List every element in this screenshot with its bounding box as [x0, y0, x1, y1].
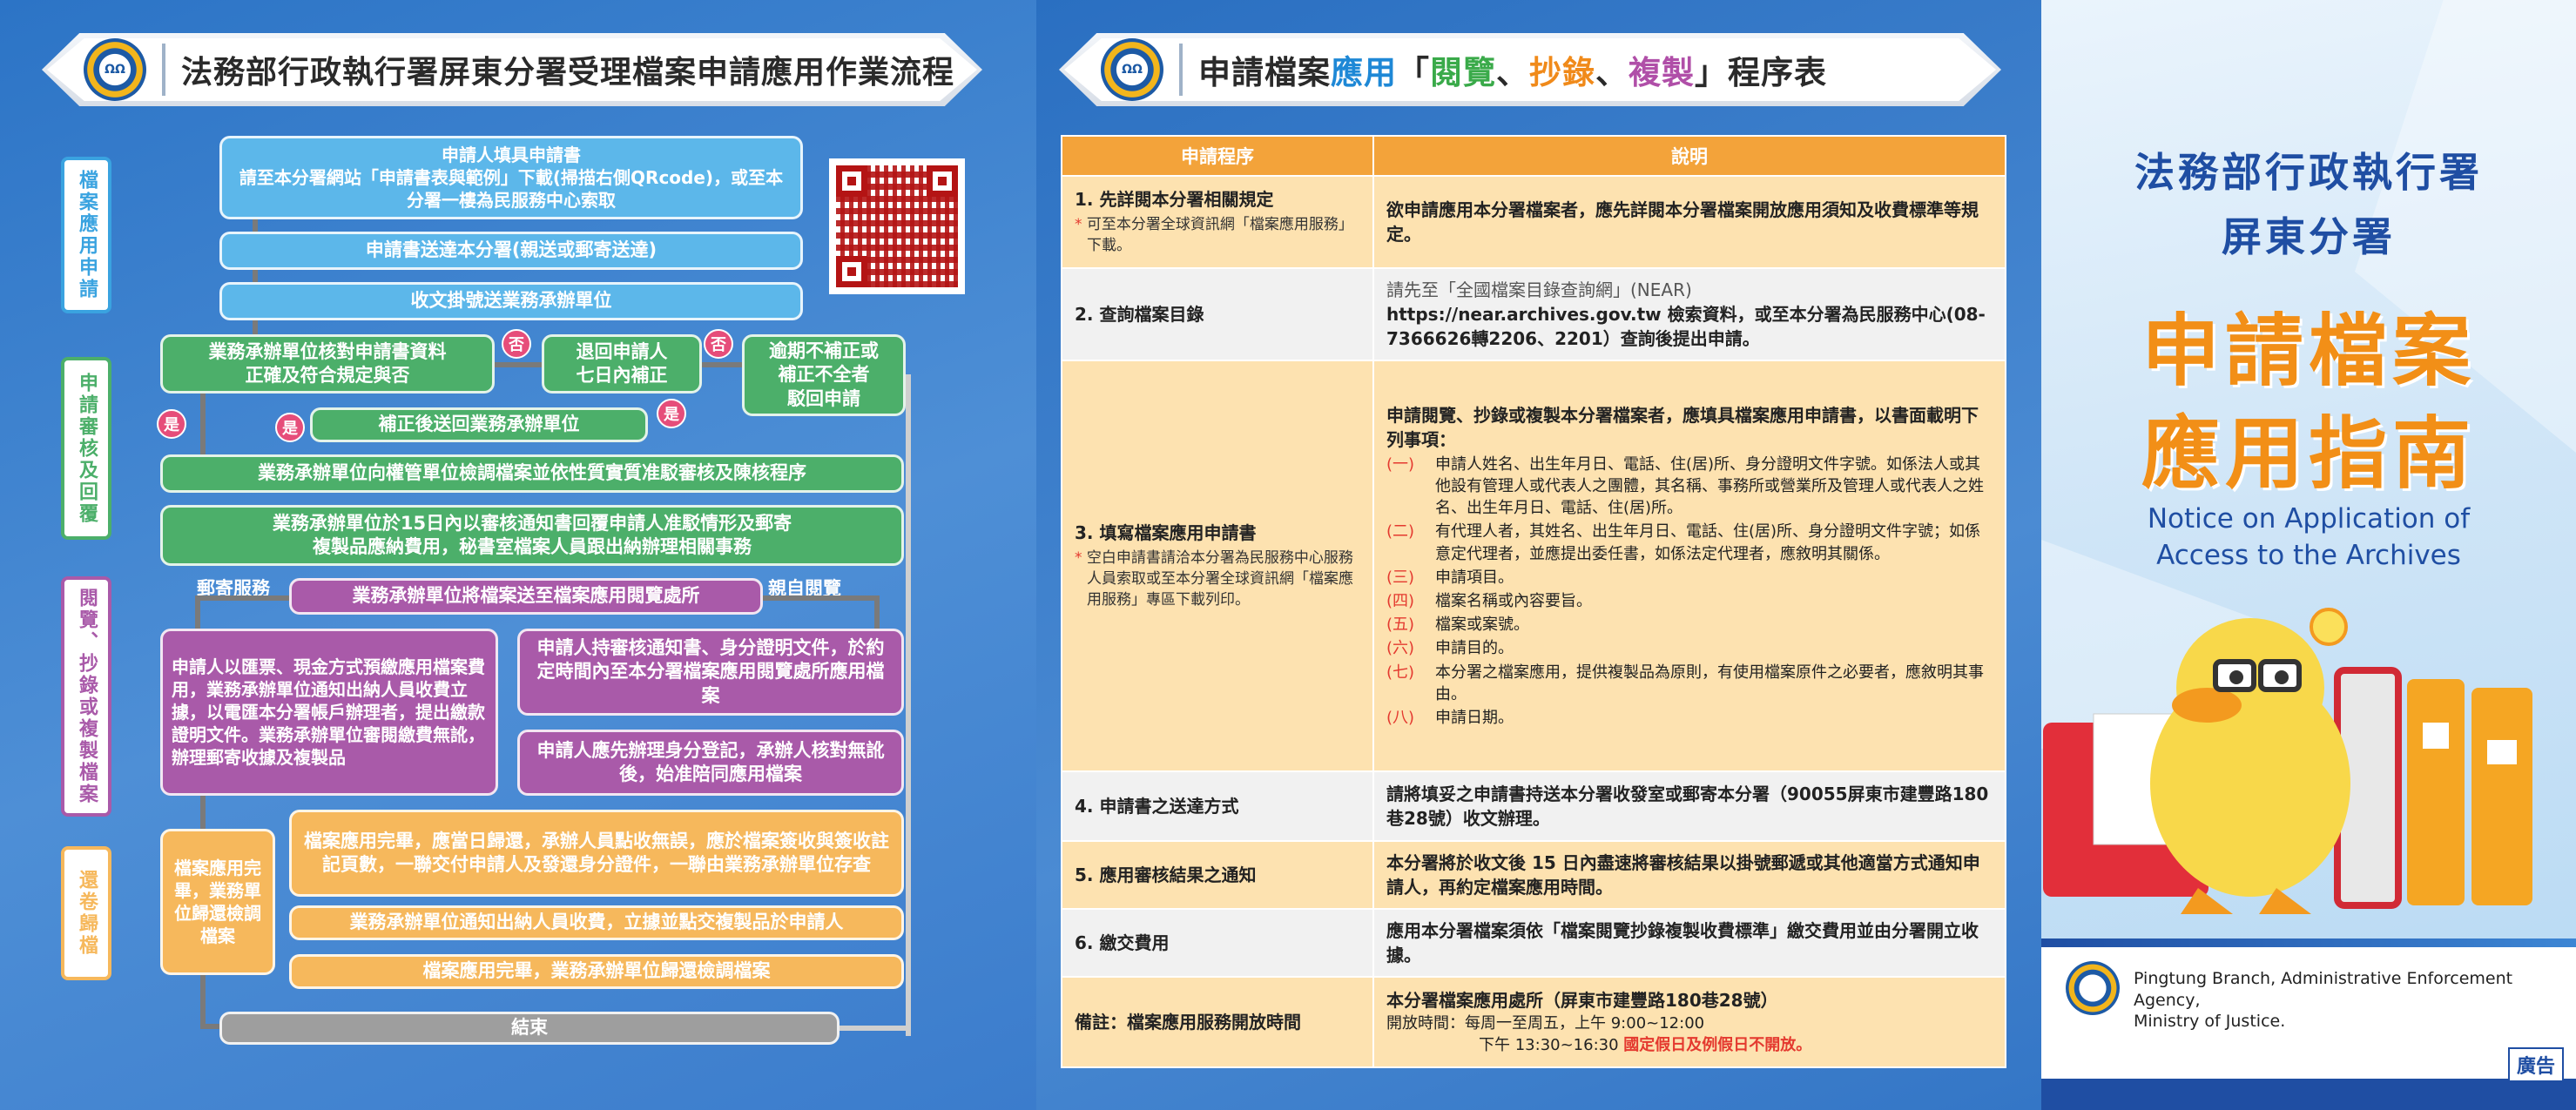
table-row: 6. 繳交費用 應用本分署檔案須依「檔案閱覽抄錄複製收費標準」繳交費用並由分署開… — [1061, 908, 2006, 978]
org-name-line1: 法務部行政執行署 — [2134, 149, 2483, 196]
agency-logo-icon: ΩΩ — [84, 38, 146, 101]
agency-logo-icon — [2066, 961, 2120, 1015]
table-row: 4. 申請書之送達方式 請將填妥之申請書持送本分署收發室或郵寄本分署（90055… — [1061, 770, 2006, 842]
table-row: 3. 填寫檔案應用申請書 * 空白申請書請洽本分署為民服務中心服務人員索取或至本… — [1061, 360, 2006, 772]
flow-step-visit: 申請人持審核通知書、身分證明文件，於約定時間內至本分署檔案應用閱覽處所應用檔案 — [517, 629, 904, 716]
flow-step-return-done: 檔案應用完畢，業務承辦單位歸還檢調檔案 — [289, 954, 904, 989]
procedure-table: 申請程序 說明 1. 先詳閱本分署相關規定 * 可至本分署全球資訊網「檔案應用服… — [1061, 135, 2006, 1068]
table-row: 2. 查詢檔案目錄 請先至「全國檔案目錄查詢網」(NEAR) https://ne… — [1061, 267, 2006, 361]
table-row: 1. 先詳閱本分署相關規定 * 可至本分署全球資訊網「檔案應用服務」下載。 欲申… — [1061, 175, 2006, 269]
flow-step-id-check: 申請人應先辦理身分登記，承辦人核對無訛後，始准陪同應用檔案 — [517, 730, 904, 796]
badge-no: 否 — [502, 329, 531, 359]
qrcode-image[interactable] — [829, 158, 965, 294]
table-header-desc: 說明 — [1372, 135, 2006, 177]
badge-yes: 是 — [157, 409, 186, 439]
table-row: 備註：檔案應用服務開放時間 本分署檔案應用處所（屏東市建豐路180巷28號） 開… — [1061, 976, 2006, 1068]
flow-step-cashier: 業務承辦單位通知出納人員收費，立據並點交複製品於申請人 — [289, 905, 904, 940]
flow-step-return-files: 檔案應用完畢，業務單位歸還檢調檔案 — [160, 829, 275, 975]
badge-yes: 是 — [275, 413, 305, 442]
flowchart-title: 法務部行政執行署屏東分署受理檔案申請應用作業流程 — [181, 55, 955, 91]
cover-title-line1: 申請檔案 — [2141, 306, 2476, 397]
flow-step-notify: 業務承辦單位於15日內以審核通知書回覆申請人准駁情形及郵寄 複製品應納費用，秘書… — [160, 505, 904, 566]
badge-yes: 是 — [657, 399, 686, 428]
cover-subtitle-line2: Access to the Archives — [2156, 540, 2461, 571]
tab-review: 申請審核及回覆 — [61, 357, 111, 540]
footer-ministry-name: Ministry of Justice. — [2134, 1012, 2286, 1032]
agency-logo-icon: ΩΩ — [1101, 38, 1163, 101]
tab-access: 閱覽、抄錄或複製檔案 — [61, 576, 111, 817]
flow-step-register: 收文掛號送業務承辦單位 — [219, 282, 803, 320]
flow-step-fill-form: 申請人填具申請書 請至本分署網站「申請書表與範例」下載(掃描右側QRcode)，… — [219, 136, 803, 219]
flow-step-resubmit: 補正後送回業務承辦單位 — [310, 407, 648, 442]
procedure-banner: ΩΩ 申請檔案應用「閱覽、抄錄、複製」程序表 — [1059, 33, 2001, 106]
badge-no: 否 — [704, 329, 733, 359]
org-name-line2: 屏東分署 — [2222, 213, 2396, 260]
flow-step-reject: 逾期不補正或 補正不全者 駁回申請 — [742, 334, 906, 416]
tab-application: 檔案應用申請 — [61, 157, 111, 313]
flow-step-submit: 申請書送達本分署(親送或郵寄送達) — [219, 232, 803, 270]
tab-return: 還卷歸檔 — [61, 846, 111, 980]
footer-agency-name: Pingtung Branch, Administrative Enforcem… — [2134, 969, 2513, 1010]
flow-step-return-check: 檔案應用完畢，應當日歸還，承辦人員點收無誤，應於檔案簽收與簽收註記頁數，一聯交付… — [289, 810, 904, 897]
mascot-duck-illustration — [2041, 575, 2576, 940]
cover-footer: Pingtung Branch, Administrative Enforcem… — [2041, 938, 2576, 1110]
flow-step-retrieve: 業務承辦單位向權管單位檢調檔案並依性質實質准駁審核及陳核程序 — [160, 454, 904, 493]
cover-subtitle-line1: Notice on Application of — [2147, 503, 2471, 535]
procedure-title: 申請檔案應用「閱覽、抄錄、複製」程序表 — [1198, 54, 1827, 91]
table-row: 5. 應用審核結果之通知 本分署將於收文後 15 日內盡速將審核結果以掛號郵遞或… — [1061, 840, 2006, 910]
flowchart-panel: ΩΩ 法務部行政執行署屏東分署受理檔案申請應用作業流程 檔案應用申請 申請審核及… — [0, 0, 1036, 1110]
flow-step-mail-payment: 申請人以匯票、現金方式預繳應用檔案費用，業務承辦單位通知出納人員收費立據，以電匯… — [160, 629, 498, 796]
flow-step-verify: 業務承辦單位核對申請書資料 正確及符合規定與否 — [160, 334, 495, 394]
ad-badge: 廣告 — [2507, 1047, 2564, 1082]
cover-panel: 法務部行政執行署 屏東分署 申請檔案 應用指南 Notice on Applic… — [2041, 0, 2576, 1110]
flow-step-end: 結束 — [219, 1012, 840, 1045]
table-header-step: 申請程序 — [1061, 135, 1374, 177]
flow-step-return: 退回申請人 七日內補正 — [542, 334, 702, 394]
cover-title-line2: 應用指南 — [2141, 408, 2476, 500]
flowchart-banner: ΩΩ 法務部行政執行署屏東分署受理檔案申請應用作業流程 — [42, 33, 982, 106]
flow-step-to-reading-room: 業務承辦單位將檔案送至檔案應用閱覽處所 — [289, 578, 763, 615]
